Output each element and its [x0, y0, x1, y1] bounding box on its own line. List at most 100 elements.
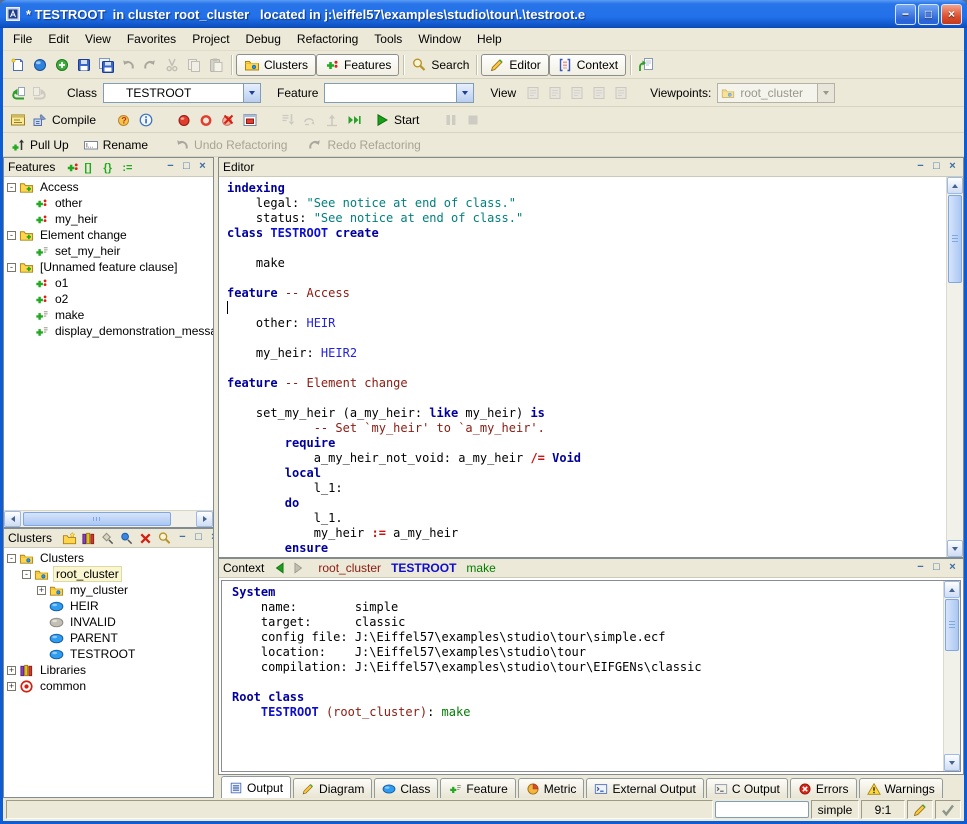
expand-toggle[interactable]: - — [7, 183, 16, 192]
expand-toggle[interactable]: + — [7, 666, 16, 675]
menu-item-refactoring[interactable]: Refactoring — [289, 29, 366, 49]
expand-toggle[interactable]: - — [7, 231, 16, 240]
back-button[interactable] — [7, 83, 29, 103]
scroll-up-arrow[interactable] — [944, 581, 960, 598]
breadcrumb-feature[interactable]: make — [466, 561, 495, 575]
clusters-tree[interactable]: -Clusters-root_cluster+my_clusterHEIRINV… — [4, 548, 213, 797]
cluster-item-testroot[interactable]: TESTROOT — [4, 646, 213, 662]
feature-item-access[interactable]: -Access — [4, 179, 213, 195]
feature-item-o2[interactable]: o2 — [4, 291, 213, 307]
context-button[interactable]: Context — [549, 54, 626, 76]
scroll-down-arrow[interactable] — [947, 540, 963, 557]
panel-maximize-button[interactable]: □ — [930, 562, 943, 575]
panel-close-button[interactable]: × — [946, 161, 959, 174]
assigner-view-button[interactable]: := — [120, 159, 139, 175]
rename-button[interactable]: I...Rename — [80, 135, 151, 155]
class-combobox[interactable]: TESTROOT — [103, 83, 261, 103]
feature-item-display-demonstration-messa[interactable]: display_demonstration_messa — [4, 323, 213, 339]
close-button[interactable]: × — [941, 4, 962, 25]
remove-item-button[interactable] — [136, 530, 155, 546]
compile-button[interactable]: Compile — [29, 110, 99, 130]
features-button[interactable]: Features — [316, 54, 399, 76]
expand-toggle[interactable]: - — [22, 570, 31, 579]
feature-item-set-my-heir[interactable]: set_my_heir — [4, 243, 213, 259]
compile-query-button[interactable]: ? — [113, 110, 135, 130]
scroll-left-arrow[interactable] — [4, 511, 21, 527]
chevron-down-icon[interactable] — [243, 84, 260, 102]
scroll-right-arrow[interactable] — [196, 511, 213, 527]
menu-item-project[interactable]: Project — [184, 29, 237, 49]
tab-errors[interactable]: Errors — [790, 778, 857, 798]
scroll-up-arrow[interactable] — [947, 177, 963, 194]
save-button[interactable] — [73, 55, 95, 75]
breakpoints-tool-button[interactable] — [239, 110, 261, 130]
panel-close-button[interactable]: × — [946, 562, 959, 575]
feature-item-other[interactable]: other — [4, 195, 213, 211]
search-button[interactable]: Search — [408, 55, 472, 75]
braces-view-button[interactable]: {} — [101, 159, 120, 175]
open-button[interactable] — [29, 55, 51, 75]
expand-toggle[interactable]: - — [7, 263, 16, 272]
tab-metric[interactable]: Metric — [518, 778, 585, 798]
panel-maximize-button[interactable]: □ — [930, 161, 943, 174]
menu-item-debug[interactable]: Debug — [238, 29, 289, 49]
system-info-button[interactable] — [135, 110, 157, 130]
menu-item-edit[interactable]: Edit — [40, 29, 77, 49]
disable-breakpoints-button[interactable] — [195, 110, 217, 130]
tab-feature[interactable]: Feature — [440, 778, 515, 798]
panel-minimize-button[interactable]: − — [914, 562, 927, 575]
cluster-item-my-cluster[interactable]: +my_cluster — [4, 582, 213, 598]
remove-breakpoints-button[interactable] — [217, 110, 239, 130]
scrollbar-thumb[interactable] — [948, 195, 962, 283]
status-input-field[interactable] — [715, 801, 809, 818]
new-button[interactable] — [7, 55, 29, 75]
menu-item-file[interactable]: File — [5, 29, 40, 49]
add-cluster-button[interactable] — [60, 530, 79, 546]
menu-item-help[interactable]: Help — [469, 29, 510, 49]
panel-minimize-button[interactable]: − — [176, 532, 189, 545]
tab-warnings[interactable]: Warnings — [859, 778, 943, 798]
enable-breakpoints-button[interactable] — [173, 110, 195, 130]
feature-item-my-heir[interactable]: my_heir — [4, 211, 213, 227]
expand-toggle[interactable]: + — [37, 586, 46, 595]
tab-class[interactable]: Class — [374, 778, 438, 798]
panel-minimize-button[interactable]: − — [914, 161, 927, 174]
tab-output[interactable]: Output — [221, 776, 291, 798]
scrollbar-track[interactable] — [21, 511, 196, 527]
cluster-item-parent[interactable]: PARENT — [4, 630, 213, 646]
context-back-icon[interactable] — [273, 561, 287, 575]
feature-item-make[interactable]: make — [4, 307, 213, 323]
start-button[interactable]: Start — [371, 110, 422, 130]
add-library-button[interactable] — [79, 530, 98, 546]
features-horizontal-scrollbar[interactable] — [4, 510, 213, 527]
maximize-button[interactable]: □ — [918, 4, 939, 25]
cluster-item-libraries[interactable]: +Libraries — [4, 662, 213, 678]
panel-maximize-button[interactable]: □ — [180, 161, 193, 174]
scroll-down-arrow[interactable] — [944, 754, 960, 771]
add-class-button[interactable] — [98, 530, 117, 546]
features-tree[interactable]: -Accessothermy_heir-Element changeset_my… — [4, 177, 213, 510]
cluster-item-root-cluster[interactable]: -root_cluster — [4, 566, 213, 582]
new-feature-button[interactable] — [63, 159, 82, 175]
minimize-button[interactable]: − — [895, 4, 916, 25]
feature-item-unnamed-feature-clause[interactable]: -[Unnamed feature clause] — [4, 259, 213, 275]
alias-view-button[interactable]: [] — [82, 159, 101, 175]
open-external-editor-button[interactable] — [635, 55, 657, 75]
tab-c-output[interactable]: C Output — [706, 778, 788, 798]
pull-up-button[interactable]: Pull Up — [7, 135, 72, 155]
context-vertical-scrollbar[interactable] — [943, 581, 960, 771]
breadcrumb-class[interactable]: TESTROOT — [391, 561, 456, 575]
project-settings-button[interactable] — [7, 110, 29, 130]
expand-toggle[interactable]: - — [7, 554, 16, 563]
menu-item-window[interactable]: Window — [410, 29, 469, 49]
feature-item-element-change[interactable]: -Element change — [4, 227, 213, 243]
menu-item-favorites[interactable]: Favorites — [119, 29, 184, 49]
menu-item-tools[interactable]: Tools — [366, 29, 410, 49]
cluster-item-invalid[interactable]: INVALID — [4, 614, 213, 630]
feature-combobox[interactable] — [324, 83, 474, 103]
editor-code[interactable]: indexing legal: "See notice at end of cl… — [219, 177, 946, 557]
scrollbar-thumb[interactable] — [23, 512, 171, 526]
clusters-button[interactable]: Clusters — [236, 54, 316, 76]
breadcrumb-cluster[interactable]: root_cluster — [318, 561, 381, 575]
editor-button[interactable]: Editor — [481, 54, 548, 76]
